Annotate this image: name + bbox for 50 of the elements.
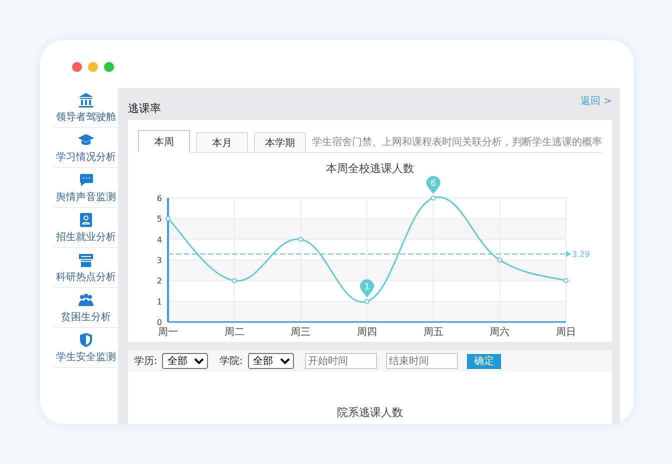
data-point (298, 236, 304, 242)
data-point (497, 258, 502, 262)
data-point (364, 298, 370, 304)
filter-label: 学院: (219, 354, 243, 368)
x-tick-label: 周二 (224, 327, 244, 338)
y-tick-label: 1 (156, 297, 162, 306)
y-tick-label: 4 (156, 235, 162, 244)
chat-bubble-icon (78, 172, 94, 188)
y-tick-label: 0 (156, 318, 162, 327)
marker-label: 1 (364, 282, 370, 292)
window-control-icon[interactable] (104, 62, 114, 72)
data-point (232, 278, 237, 284)
marker-label: 6 (430, 179, 436, 189)
marker-pin (426, 176, 440, 194)
group-icon (78, 292, 94, 308)
id-badge-icon (78, 212, 94, 228)
window-control-icon[interactable] (88, 62, 98, 72)
x-tick-label: 周六 (490, 327, 510, 338)
x-tick-label: 周日 (556, 327, 576, 338)
page-title: 逃课率 (128, 101, 161, 116)
y-tick-label: 5 (156, 214, 162, 224)
y-tick-label: 2 (156, 276, 162, 286)
y-tick-label: 6 (156, 194, 162, 203)
date-field[interactable]: 开始时间 (304, 353, 377, 369)
data-point (564, 278, 568, 284)
date-field[interactable]: 结束时间 (386, 353, 458, 369)
bank-icon (78, 92, 94, 108)
graduation-cap-icon (78, 132, 94, 148)
x-tick-label: 周三 (290, 327, 311, 338)
data-point (430, 196, 436, 200)
period-tab[interactable]: 本学期 (254, 132, 306, 152)
filter-label: 学历: (134, 355, 158, 368)
window-control-icon[interactable] (72, 62, 82, 72)
data-point (166, 216, 170, 222)
filter-dropdown[interactable]: 全部 (162, 353, 208, 369)
filter-dropdown[interactable]: 全部 (248, 353, 294, 369)
x-tick-label: 周一 (158, 327, 178, 338)
x-tick-label: 周四 (357, 327, 377, 338)
confirm-button[interactable]: 确定 (466, 354, 501, 368)
shield-icon (78, 332, 94, 348)
section-title: 院系逃课人数 (337, 405, 403, 420)
board-icon (78, 252, 94, 268)
x-tick-label: 周五 (423, 327, 444, 338)
average-label: 3.29 (572, 250, 590, 259)
period-tab[interactable]: 本周 (138, 130, 190, 152)
y-tick-label: 3 (156, 256, 162, 265)
period-tab[interactable]: 本月 (196, 132, 248, 152)
marker-pin (360, 279, 374, 298)
chart-title: 本周全校逃课人数 (325, 161, 415, 176)
description-text: 学生宿舍门禁、上网和课程表时间关联分析，判断学生逃课的概率 (312, 136, 602, 150)
